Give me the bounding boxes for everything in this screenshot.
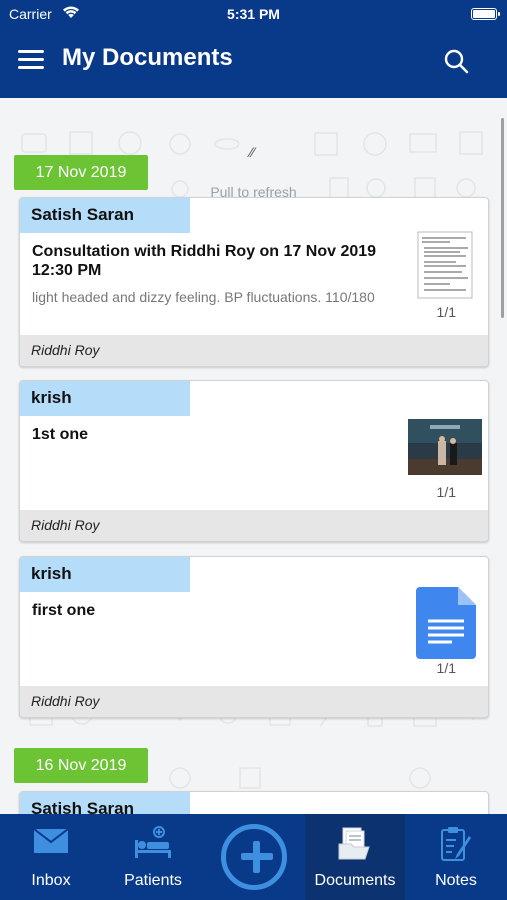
bottom-navigation: Inbox Patients Documents Notes <box>0 814 507 900</box>
hamburger-menu-icon[interactable] <box>18 50 44 70</box>
nav-label: Patients <box>124 872 182 889</box>
status-bar: Carrier 5:31 PM <box>0 0 507 30</box>
patient-name: Satish Saran <box>20 792 190 814</box>
search-icon[interactable] <box>443 48 469 74</box>
document-scan-icon[interactable] <box>410 230 480 300</box>
doctor-name: Riddhi Roy <box>20 335 488 366</box>
nav-patients[interactable]: Patients <box>102 814 204 900</box>
refresh-spinner-icon: ⁄⁄ <box>250 144 255 160</box>
page-count: 1/1 <box>436 660 456 676</box>
scrollbar[interactable] <box>501 118 504 318</box>
doctor-name: Riddhi Roy <box>20 510 488 541</box>
documents-list[interactable]: ⁄⁄ Pull to refresh 17 Nov 2019 Satish Sa… <box>0 98 507 814</box>
patient-bed-icon <box>135 826 171 858</box>
document-title: first one <box>32 602 96 619</box>
nav-inbox[interactable]: Inbox <box>0 814 102 900</box>
app-header: Carrier 5:31 PM My Documents <box>0 0 507 98</box>
page-title: My Documents <box>62 44 233 71</box>
add-icon[interactable] <box>221 824 287 890</box>
document-description: light headed and dizzy feeling. BP fluct… <box>32 289 375 305</box>
date-header: 17 Nov 2019 <box>14 155 148 190</box>
status-time: 5:31 PM <box>227 6 280 22</box>
document-card[interactable]: krish 1st one 1/1 Riddhi Roy <box>19 380 489 542</box>
document-card[interactable]: Satish Saran <box>19 791 489 814</box>
notes-icon <box>441 827 471 861</box>
page-count: 1/1 <box>436 484 456 500</box>
photo-icon[interactable] <box>408 419 482 475</box>
patient-name: krish <box>20 381 190 416</box>
battery-icon <box>471 8 500 20</box>
date-header: 16 Nov 2019 <box>14 748 148 783</box>
nav-label: Inbox <box>31 872 71 889</box>
document-title: 1st one <box>32 426 89 443</box>
documents-icon <box>338 827 370 860</box>
nav-label: Notes <box>435 872 477 889</box>
envelope-icon <box>33 828 69 853</box>
nav-notes[interactable]: Notes <box>405 814 507 900</box>
google-doc-icon[interactable] <box>416 587 476 659</box>
nav-documents[interactable]: Documents <box>305 814 405 900</box>
document-card[interactable]: krish first one 1/1 Riddhi Roy <box>19 556 489 718</box>
patient-name: krish <box>20 557 190 592</box>
nav-label: Documents <box>314 872 396 889</box>
document-title: Consultation with Riddhi Roy on 17 Nov 2… <box>32 243 377 279</box>
patient-name: Satish Saran <box>20 198 190 233</box>
doctor-name: Riddhi Roy <box>20 686 488 717</box>
page-count: 1/1 <box>436 304 456 320</box>
document-card[interactable]: Satish Saran Consultation with Riddhi Ro… <box>19 197 489 367</box>
